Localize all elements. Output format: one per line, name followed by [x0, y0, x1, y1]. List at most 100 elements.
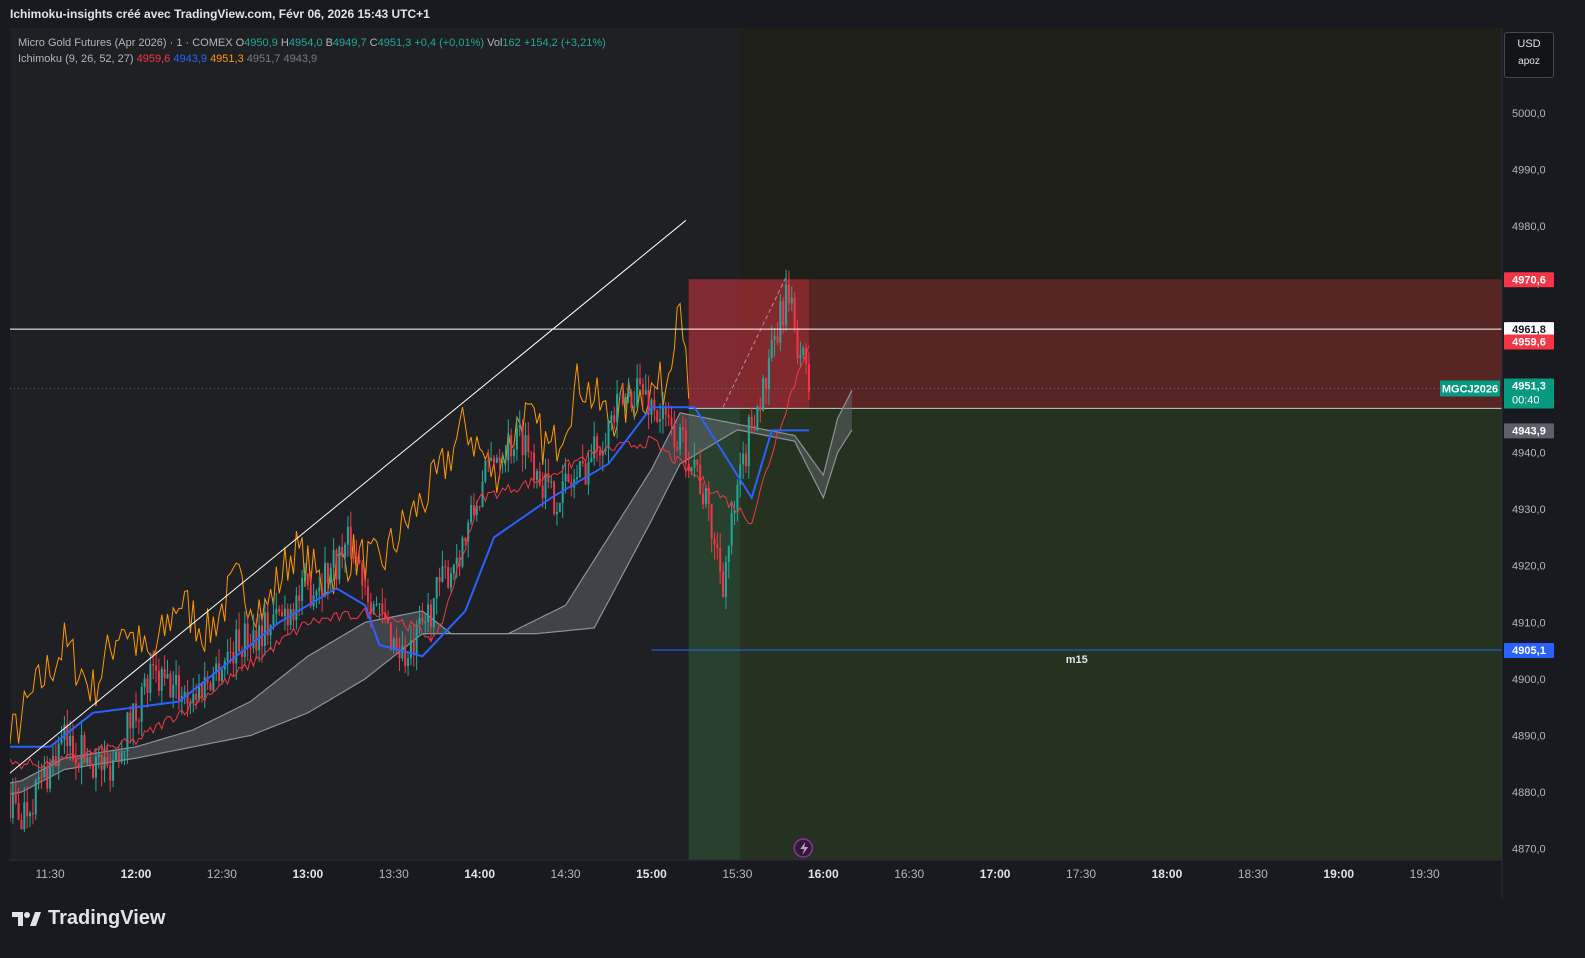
candle-body	[103, 756, 106, 771]
candle-body	[716, 544, 719, 549]
candle-body	[389, 623, 392, 650]
y-tick-label: 4910,0	[1512, 617, 1546, 629]
candle-body	[524, 435, 527, 456]
candle-body	[238, 629, 241, 652]
candle-body	[409, 640, 412, 659]
candle-body	[747, 416, 750, 467]
candle-body	[155, 665, 158, 671]
candle-body	[412, 640, 415, 654]
bottom-bar	[0, 898, 1585, 958]
candle-body	[590, 458, 593, 462]
y-tick-label: 4900,0	[1512, 674, 1546, 686]
candle-body	[779, 301, 782, 343]
candle-body	[504, 460, 507, 462]
ichimoku-row[interactable]: Ichimoku (9, 26, 52, 27) 4959,6 4943,9 4…	[18, 51, 606, 67]
candle-body	[627, 392, 630, 398]
candle-body	[450, 573, 453, 588]
indicator-name[interactable]: Ichimoku (9, 26, 52, 27)	[18, 53, 134, 65]
candle-body	[31, 812, 34, 815]
span-a-value: 4951,7	[246, 53, 281, 65]
candle-body	[281, 611, 284, 617]
symbol-name[interactable]: Micro Gold Futures (Apr 2026) · 1 · COME…	[18, 37, 233, 49]
candle-body	[438, 577, 441, 582]
candle-body	[435, 577, 438, 599]
lightning-icon[interactable]	[793, 838, 814, 858]
candle-body	[513, 449, 516, 457]
candle-body	[636, 378, 639, 407]
candle-body	[501, 461, 504, 463]
top-bar: Ichimoku-insights créé avec TradingView.…	[0, 0, 1585, 28]
candle-body	[521, 424, 524, 456]
x-tick-label: 15:00	[636, 867, 667, 881]
candle-body	[770, 339, 773, 359]
x-tick-label: 16:30	[894, 867, 924, 881]
candle-body	[492, 457, 495, 463]
candle-body	[17, 802, 20, 821]
candle-body	[106, 756, 109, 766]
x-tick-label: 12:30	[207, 867, 237, 881]
candle-body	[14, 792, 17, 803]
candle-body	[535, 471, 538, 481]
candle-body	[318, 587, 321, 592]
price-label: 4951,3	[1512, 381, 1546, 393]
candle-body	[767, 358, 770, 389]
candle-body	[235, 629, 238, 664]
candle-body	[349, 526, 352, 557]
candle-body	[109, 765, 112, 781]
candle-body	[567, 473, 570, 483]
open-value: 4950,9	[244, 37, 278, 49]
tradingview-logo-icon	[12, 911, 41, 926]
candle-body	[464, 537, 467, 542]
x-tick-label: 19:30	[1410, 867, 1440, 881]
candle-body	[639, 378, 642, 385]
candle-body	[29, 812, 32, 817]
candle-body	[177, 675, 180, 702]
high-value: 4954,0	[288, 37, 323, 49]
candle-body	[97, 754, 100, 757]
candle-body	[220, 669, 223, 682]
x-tick-label: 17:00	[980, 867, 1011, 881]
candle-body	[730, 513, 733, 546]
currency-unit-button[interactable]: USD apoz	[1504, 32, 1554, 78]
candle-body	[616, 393, 619, 423]
candle-body	[610, 415, 613, 421]
candle-body	[46, 766, 49, 789]
candle-body	[429, 604, 432, 628]
ohlc-row[interactable]: Micro Gold Futures (Apr 2026) · 1 · COME…	[18, 35, 606, 51]
candle-body	[326, 562, 329, 583]
candle-body	[667, 414, 670, 418]
candle-body	[673, 425, 676, 448]
y-tick-label: 5000,0	[1512, 108, 1546, 120]
candle-body	[578, 461, 581, 478]
candle-body	[72, 735, 75, 760]
candle-body	[630, 392, 633, 408]
x-tick-label: 14:00	[464, 867, 495, 881]
y-tick-label: 4890,0	[1512, 730, 1546, 742]
tradingview-logo[interactable]: TradingView	[12, 907, 165, 930]
candle-body	[553, 481, 556, 515]
candle-body	[114, 751, 117, 761]
candle-body	[295, 595, 298, 621]
candle-body	[66, 724, 69, 747]
candle-body	[129, 712, 132, 729]
candle-body	[306, 573, 309, 586]
candle-body	[169, 673, 172, 698]
candle-body	[200, 683, 203, 698]
candle-body	[621, 393, 624, 405]
candle-body	[676, 447, 679, 450]
high-label: H	[280, 37, 289, 49]
candle-body	[633, 406, 636, 408]
candle-body	[641, 384, 644, 395]
candle-body	[94, 756, 97, 778]
candle-body	[344, 544, 347, 557]
candle-body	[275, 608, 278, 615]
candle-body	[515, 427, 518, 450]
candle-body	[656, 410, 659, 422]
candle-body	[381, 603, 384, 613]
candle-body	[395, 638, 398, 650]
candle-body	[799, 355, 802, 358]
candle-body	[558, 502, 561, 512]
price-label: 4970,6	[1512, 274, 1546, 286]
chart-canvas[interactable]: m155000,04990,04980,04970,04960,04950,04…	[10, 28, 1575, 898]
volume-label: Vol	[487, 37, 503, 49]
